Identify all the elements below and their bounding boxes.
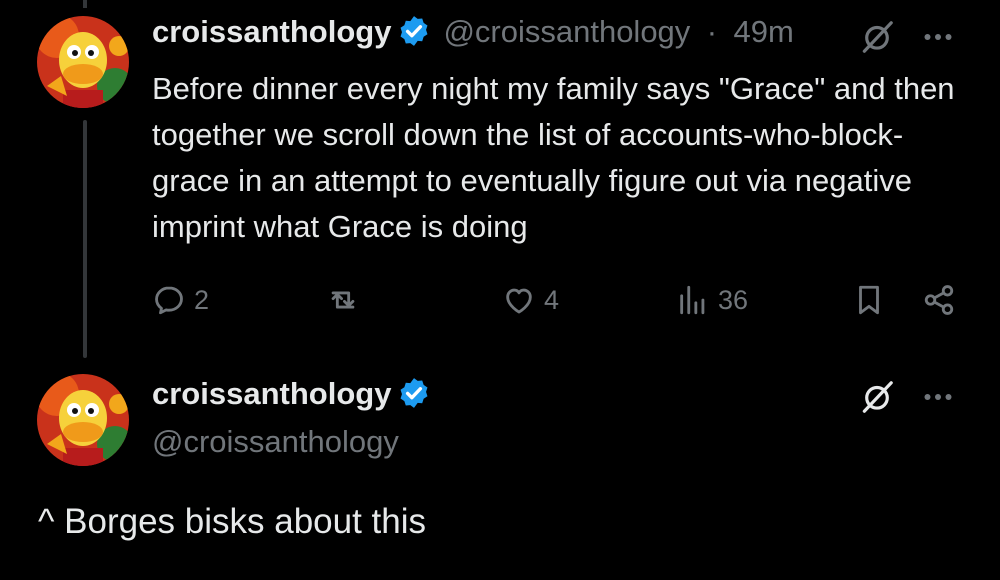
bookmark-button[interactable] bbox=[852, 280, 886, 320]
tweet1-header: croissanthology @croissanthology · 49m bbox=[152, 14, 794, 50]
reply-count: 2 bbox=[194, 284, 210, 315]
avatar[interactable] bbox=[37, 374, 129, 466]
display-name[interactable]: croissanthology bbox=[152, 14, 391, 49]
tweet-text: ^ Borges bisks about this bbox=[38, 502, 427, 541]
avatar-image bbox=[37, 16, 129, 108]
like-count: 4 bbox=[544, 284, 560, 315]
reply-icon bbox=[155, 286, 183, 315]
thread-line-top bbox=[83, 0, 87, 8]
retweet-icon bbox=[331, 291, 355, 309]
separator: · bbox=[706, 14, 718, 49]
display-name[interactable]: croissanthology bbox=[152, 376, 391, 411]
bookmark-icon bbox=[859, 285, 879, 315]
more-icon[interactable] bbox=[920, 22, 956, 57]
views-icon bbox=[680, 285, 705, 315]
tweet-text: Before dinner every night my family says… bbox=[152, 71, 955, 244]
views-count: 36 bbox=[718, 284, 749, 315]
action-bar: 2 4 36 bbox=[0, 280, 1000, 320]
share-icon bbox=[924, 285, 954, 315]
reply-button[interactable]: 2 bbox=[152, 280, 209, 320]
grok-icon[interactable] bbox=[858, 18, 896, 61]
avatar[interactable] bbox=[37, 16, 129, 108]
handle[interactable]: @croissanthology bbox=[443, 14, 690, 49]
retweet-button[interactable] bbox=[326, 280, 360, 320]
like-icon bbox=[506, 288, 532, 314]
verified-badge-icon[interactable] bbox=[397, 14, 431, 48]
verified-badge-icon[interactable] bbox=[397, 376, 431, 410]
thread-line bbox=[83, 120, 87, 358]
tweet2-name-row: croissanthology bbox=[152, 376, 431, 412]
grok-icon[interactable] bbox=[858, 378, 896, 421]
like-button[interactable]: 4 bbox=[502, 280, 559, 320]
avatar-image bbox=[37, 374, 129, 466]
more-icon[interactable] bbox=[920, 382, 956, 417]
share-button[interactable] bbox=[922, 280, 956, 320]
views-button[interactable]: 36 bbox=[676, 280, 748, 320]
timestamp[interactable]: 49m bbox=[734, 14, 794, 49]
handle[interactable]: @croissanthology bbox=[152, 424, 399, 460]
